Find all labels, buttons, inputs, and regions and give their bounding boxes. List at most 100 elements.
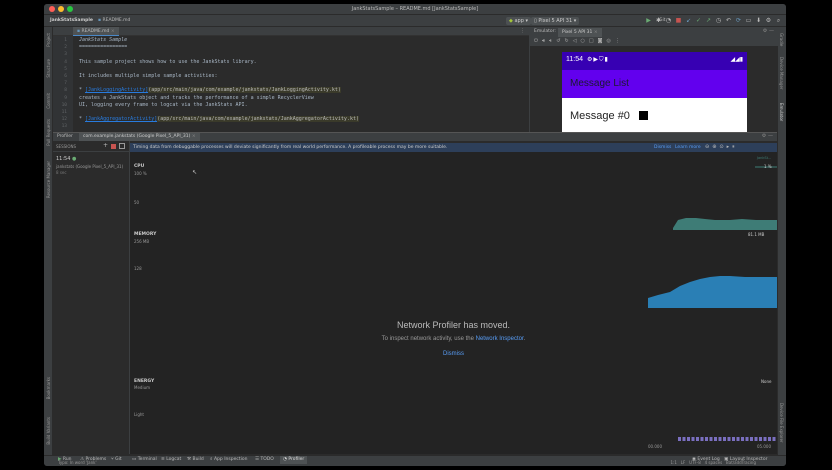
monitor-timeline[interactable]: ↖ CPU 100 % 50 1 % JankSt... MEMORY 256 … bbox=[130, 152, 777, 454]
sessions-header: SESSIONS + bbox=[53, 141, 130, 152]
history-icon[interactable]: ◷ bbox=[715, 17, 722, 24]
right-tool-strip: Gradle Device Manager Emulator Device Fi… bbox=[777, 27, 786, 455]
more-icon[interactable]: ⋮ bbox=[615, 38, 620, 44]
code-token[interactable]: (app/src/main/java/com/example/jankstats… bbox=[157, 116, 359, 123]
file-breadcrumb[interactable]: ▪ README.md bbox=[98, 18, 130, 23]
phone-screen[interactable]: 11:54 ⚙▶⛉▮ ◢◢▮ Message List Message #0 bbox=[562, 52, 747, 132]
network-dismiss-label[interactable]: Dismiss bbox=[443, 351, 464, 357]
banner-dismiss-link[interactable]: Dismiss bbox=[654, 145, 671, 150]
back-icon[interactable]: ◁ bbox=[573, 38, 577, 44]
snapshot-icon[interactable]: ◎ bbox=[607, 38, 611, 44]
debug-icon[interactable]: ✱ bbox=[655, 17, 662, 24]
cpu-usage-area bbox=[673, 218, 777, 230]
code-line: creates a JankStats object and tracks th… bbox=[79, 95, 314, 101]
profiler-settings-icon[interactable]: ⚙ — bbox=[762, 133, 773, 139]
session-time: 11:54 ● bbox=[56, 156, 76, 162]
tool-tab-gradle[interactable]: Gradle bbox=[779, 33, 784, 46]
file-breadcrumb-label: README.md bbox=[102, 18, 131, 23]
stop-icon[interactable]: ■ bbox=[675, 17, 682, 24]
code-token: This sample project shows how to use the… bbox=[79, 58, 257, 65]
emulator-device-tab[interactable]: Pixel 5 API 31 × bbox=[558, 28, 602, 37]
profile-icon[interactable]: ◔ bbox=[665, 17, 672, 24]
sdk-manager-icon[interactable]: ⬇ bbox=[755, 17, 762, 24]
ide-window: JankStatsSample – README.md [JankStatsSa… bbox=[44, 4, 786, 466]
emulator-settings-icon[interactable]: ⚙ — bbox=[763, 28, 774, 34]
close-tab-icon[interactable]: × bbox=[192, 134, 196, 139]
home-icon[interactable]: ○ bbox=[581, 38, 585, 44]
debuggable-warning-banner: Timing data from debuggable processes wi… bbox=[130, 143, 777, 152]
editor-menu-icon[interactable]: ⋮ bbox=[520, 28, 525, 34]
mouse-cursor-icon: ↖ bbox=[192, 169, 198, 176]
tool-tab-device-file-explorer[interactable]: Device File Explorer bbox=[779, 403, 784, 443]
project-breadcrumb[interactable]: JankStatsSample bbox=[50, 18, 93, 23]
energy-label: ENERGY bbox=[134, 379, 155, 384]
git-update-icon[interactable]: ↙ bbox=[685, 17, 692, 24]
zoom-in-icon[interactable]: ⊕ bbox=[712, 144, 716, 150]
settings-icon[interactable]: ⚙ bbox=[765, 17, 772, 24]
tool-tab-build-variants[interactable]: Build Variants bbox=[46, 417, 51, 445]
code-line: This sample project shows how to use the… bbox=[79, 59, 257, 65]
energy-bar bbox=[678, 437, 681, 441]
tool-tab-structure[interactable]: Structure bbox=[46, 59, 51, 78]
session-name: jankstats (Google Pixel_5_API_31) bbox=[56, 164, 124, 169]
phone-icon: ▯ bbox=[534, 18, 537, 24]
code-token[interactable]: (app/src/main/java/com/example/jankstats… bbox=[148, 87, 341, 94]
tool-tab-project[interactable]: Project bbox=[46, 33, 51, 47]
tool-tab-emulator[interactable]: Emulator bbox=[779, 103, 784, 121]
tool-tab-bookmarks[interactable]: Bookmarks bbox=[46, 377, 51, 399]
tool-tab-pull-requests[interactable]: Pull Requests bbox=[46, 119, 51, 146]
energy-bar bbox=[750, 437, 753, 441]
profiler-window-label: Profiler bbox=[57, 134, 73, 139]
attach-to-live-icon[interactable]: ▸ bbox=[727, 144, 730, 150]
tool-tab-resource-manager[interactable]: Resource Manager bbox=[46, 161, 51, 198]
reset-zoom-icon[interactable]: ⊙ bbox=[719, 144, 723, 150]
device-select[interactable]: ▯ Pixel 5 API 31 ▾ bbox=[531, 17, 580, 25]
code-token[interactable]: [JankLoggingActivity] bbox=[85, 87, 148, 93]
energy-bar bbox=[727, 437, 731, 441]
list-item[interactable]: Message #0 bbox=[570, 110, 648, 122]
tool-tab-commit[interactable]: Commit bbox=[46, 93, 51, 109]
collapse-sessions-icon[interactable] bbox=[119, 143, 125, 149]
sync-icon[interactable]: ⟳ bbox=[735, 17, 742, 24]
volume-down-icon[interactable]: 🔉︎ bbox=[549, 38, 552, 44]
git-commit-icon[interactable]: ✓ bbox=[695, 17, 702, 24]
rollback-icon[interactable]: ↶ bbox=[725, 17, 732, 24]
volume-up-icon[interactable]: 🔊︎ bbox=[542, 38, 545, 44]
close-tab-icon[interactable]: × bbox=[111, 29, 115, 34]
device-manager-icon[interactable]: ▭ bbox=[745, 17, 752, 24]
energy-bars bbox=[678, 437, 776, 441]
screenshot-icon[interactable]: ◙ bbox=[598, 38, 603, 44]
stop-session-icon[interactable] bbox=[111, 144, 116, 149]
add-session-icon[interactable]: + bbox=[103, 142, 108, 149]
run-icon[interactable]: ▶ bbox=[645, 17, 652, 24]
memory-axis-top: 256 MB bbox=[134, 239, 150, 244]
editor-tab-readme[interactable]: ▪ README.md × bbox=[73, 27, 119, 36]
overview-icon[interactable]: □ bbox=[589, 38, 594, 44]
message-list[interactable]: Message #0 bbox=[562, 98, 747, 132]
energy-bar bbox=[736, 437, 740, 441]
code-token: JankStats Sample bbox=[79, 37, 128, 43]
rotate-left-icon[interactable]: ↺ bbox=[556, 38, 560, 44]
memory-label: MEMORY bbox=[134, 232, 157, 237]
network-moved-message: To inspect network activity, use the Net… bbox=[130, 336, 777, 342]
banner-learn-more-link[interactable]: Learn more bbox=[675, 145, 701, 150]
search-icon[interactable]: ⌕ bbox=[775, 17, 782, 24]
code-area[interactable]: JankStats Sample ================ This sam… bbox=[53, 36, 529, 132]
energy-bar bbox=[759, 437, 762, 441]
run-config-select[interactable]: ◆ app ▾ bbox=[506, 17, 531, 25]
close-tab-icon[interactable]: × bbox=[594, 30, 598, 35]
tool-tab-device-manager[interactable]: Device Manager bbox=[779, 57, 784, 89]
emulator-toolbar: ⏻ 🔊︎ 🔉︎ ↺ ↻ ◁ ○ □ ◙ ◎ ⋮ bbox=[530, 37, 778, 47]
power-icon[interactable]: ⏻ bbox=[534, 38, 538, 44]
git-push-icon[interactable]: ↗ bbox=[705, 17, 712, 24]
code-token[interactable]: [JankAggregatorActivity] bbox=[85, 116, 157, 122]
code-token: creates a JankStats object and tracks th… bbox=[79, 94, 314, 101]
pause-icon[interactable]: ⏸ bbox=[732, 144, 735, 150]
status-info[interactable]: 1:1 LF UTF-8 4 spaces Bat/addTracing bbox=[671, 460, 757, 465]
profiler-session-tab-label: com.example.jankstats (Google Pixel_5_AP… bbox=[83, 134, 191, 139]
profiler-session-tab[interactable]: com.example.jankstats (Google Pixel_5_AP… bbox=[79, 133, 200, 141]
rotate-right-icon[interactable]: ↻ bbox=[564, 38, 568, 44]
session-item[interactable]: 11:54 ● jankstats (Google Pixel_5_API_31… bbox=[53, 154, 130, 176]
zoom-out-icon[interactable]: ⊖ bbox=[705, 144, 709, 150]
network-inspector-link[interactable]: Network Inspector bbox=[476, 336, 524, 342]
